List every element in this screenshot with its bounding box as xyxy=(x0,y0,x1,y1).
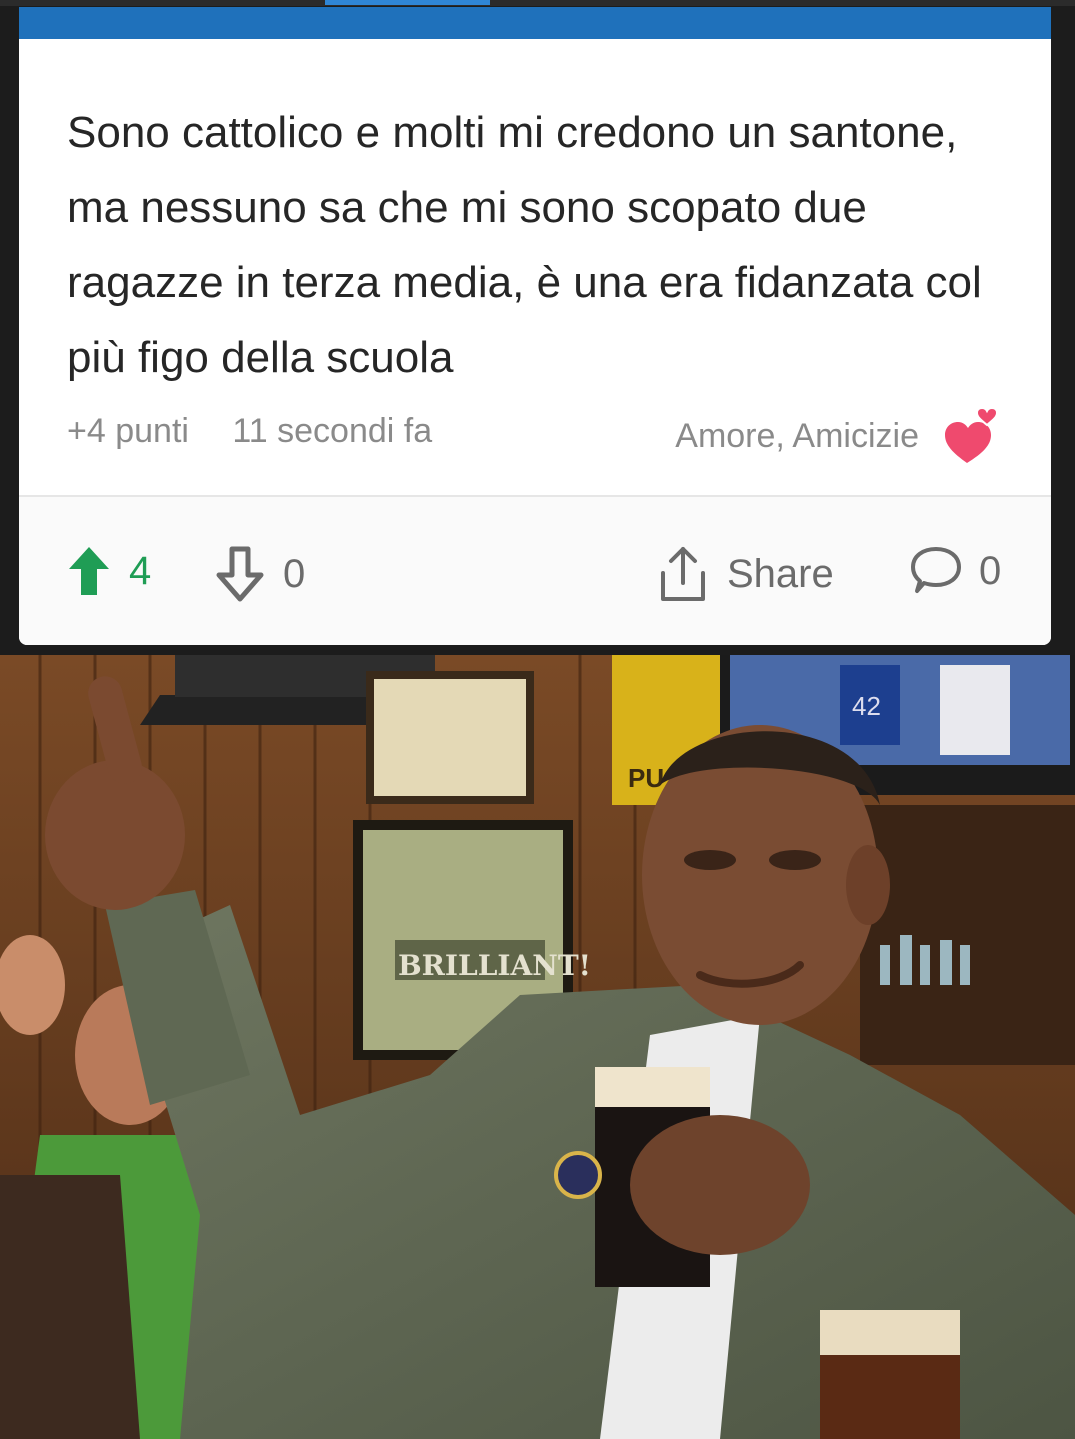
bar-scene-illustration: PU 42 BRILLIANT! xyxy=(0,655,1075,1439)
post-time: 11 secondi fa xyxy=(232,412,433,450)
arrow-down-icon xyxy=(216,546,264,602)
comment-count: 0 xyxy=(979,548,1002,593)
share-button[interactable]: Share xyxy=(659,545,834,603)
upvote-button[interactable]: 4 xyxy=(67,545,151,597)
tv-jersey-number: 42 xyxy=(852,691,881,721)
comment-icon xyxy=(911,547,961,593)
sign-text: PU xyxy=(628,763,664,793)
comments-button[interactable]: 0 xyxy=(909,545,1001,597)
poster-text: BRILLIANT! xyxy=(398,949,591,982)
post-actions: 4 0 Share 0 xyxy=(19,497,1051,645)
upvote-count: 4 xyxy=(129,548,152,593)
post-meta: +4 punti 11 secondi fa xyxy=(67,412,466,451)
share-icon xyxy=(661,547,705,601)
heart-icon xyxy=(945,407,999,463)
top-strip xyxy=(0,0,1075,6)
post-category[interactable]: Amore, Amicizie xyxy=(675,417,919,456)
arrow-up-icon xyxy=(69,547,109,595)
card-header-bar xyxy=(19,7,1051,39)
meme-photo: PU 42 BRILLIANT! xyxy=(0,655,1075,1439)
downvote-count: 0 xyxy=(283,551,306,596)
post-points: +4 punti xyxy=(67,412,189,450)
downvote-button[interactable]: 0 xyxy=(215,545,305,603)
post-card: Sono cattolico e molti mi credono un san… xyxy=(19,7,1051,645)
post-text: Sono cattolico e molti mi credono un san… xyxy=(67,108,982,382)
active-tab-indicator xyxy=(325,0,490,5)
share-label: Share xyxy=(727,551,834,596)
